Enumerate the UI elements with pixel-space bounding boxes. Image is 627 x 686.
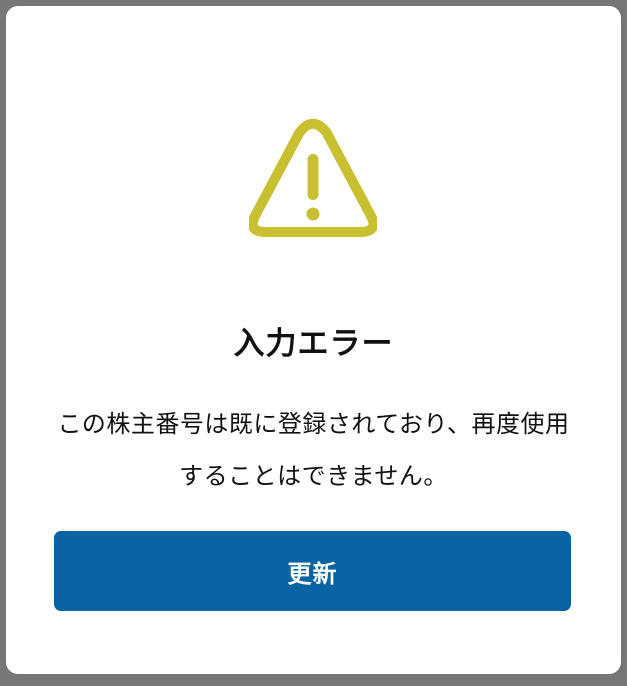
dialog-message: この株主番号は既に登録されており、再度使用することはできません。 [57,410,570,490]
dialog-title: 入力エラー [233,326,394,362]
error-dialog: 入力エラー この株主番号は既に登録されており、再度使用することはできません。 更… [6,6,621,674]
update-button[interactable]: 更新 [54,531,571,611]
warning-triangle-icon [249,118,377,237]
